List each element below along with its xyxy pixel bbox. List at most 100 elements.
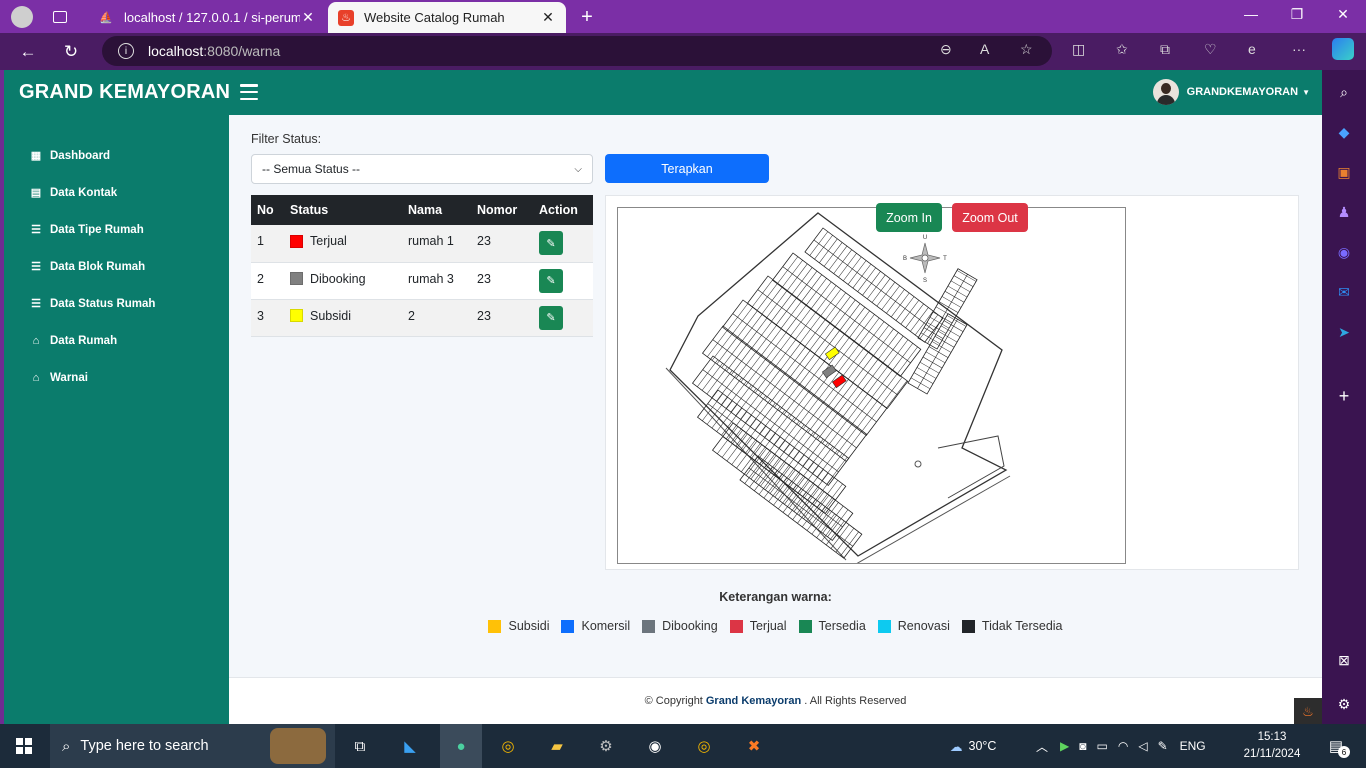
sidebar-item-label: Data Status Rumah: [50, 297, 156, 310]
lot-subsidi[interactable]: [824, 346, 840, 361]
network-icon[interactable]: ▭: [1097, 739, 1108, 753]
column-header: No: [251, 195, 284, 225]
split-screen-icon[interactable]: ◫: [1072, 41, 1085, 58]
favorite-star-icon[interactable]: ☆: [1020, 41, 1033, 58]
footer-brand[interactable]: Grand Kemayoran: [706, 695, 801, 707]
apply-button[interactable]: Terapkan: [605, 154, 769, 183]
copilot-app-icon[interactable]: ◉: [1334, 242, 1354, 262]
house-lots-group: [691, 227, 978, 559]
profile-avatar-icon[interactable]: [10, 5, 34, 29]
task-view-icon[interactable]: ⧉: [346, 732, 374, 760]
address-bar-row: ← ↻ i localhost:8080/warna ⊖ A ☆ ◫ ✩ ⧉ ♡…: [0, 33, 1366, 70]
sidebar-item-data-kontak[interactable]: ▤ Data Kontak: [4, 174, 229, 211]
refresh-icon[interactable]: ↻: [58, 39, 84, 65]
sidebar-item-data-blok-rumah[interactable]: ☰ Data Blok Rumah: [4, 248, 229, 285]
github-icon[interactable]: ◉: [641, 732, 669, 760]
add-app-icon[interactable]: +: [1334, 386, 1354, 406]
outlook-icon[interactable]: ✉: [1334, 282, 1354, 302]
back-arrow-icon[interactable]: ←: [15, 39, 41, 65]
edge-sidebar: ⌕ ◆ ▣ ♟ ◉ ✉ ➤ + ⊠ ⚙: [1322, 70, 1366, 724]
zoom-out-button[interactable]: Zoom Out: [952, 203, 1028, 232]
edge-taskbar-icon[interactable]: ●: [440, 724, 482, 768]
brand-title[interactable]: GRAND KEMAYORAN: [19, 81, 230, 104]
minimize-icon[interactable]: —: [1241, 6, 1261, 22]
url-host: localhost: [148, 43, 204, 59]
read-aloud-icon[interactable]: A: [980, 41, 989, 57]
more-menu-icon[interactable]: ···: [1292, 41, 1306, 57]
copilot-icon[interactable]: [1332, 38, 1354, 60]
shopping-tag-icon[interactable]: ◆: [1334, 122, 1354, 142]
hamburger-menu-icon[interactable]: [240, 84, 258, 101]
settings-gear-icon[interactable]: ⚙: [1334, 694, 1354, 714]
favorites-icon[interactable]: ✩: [1116, 41, 1128, 58]
user-name: GRANDKEMAYORAN: [1186, 86, 1299, 98]
card-icon: ▤: [30, 187, 42, 199]
tab-title: localhost / 127.0.0.1 / si-perumahan: [124, 10, 300, 25]
column-header: Status: [284, 195, 402, 225]
windows-start-icon[interactable]: [10, 732, 38, 760]
url-field[interactable]: i localhost:8080/warna: [102, 36, 1052, 66]
play-icon[interactable]: ▶: [1060, 739, 1069, 753]
sidebar-item-label: Dashboard: [50, 149, 111, 162]
main-road-line: [665, 367, 847, 561]
zoom-icon[interactable]: ⊖: [940, 41, 952, 58]
vscode-icon[interactable]: ◣: [396, 732, 424, 760]
flame-icon[interactable]: ♨: [1294, 698, 1322, 724]
sidebar-item-data-status-rumah[interactable]: ☰ Data Status Rumah: [4, 285, 229, 322]
table-row: 1 Terjual rumah 1 23 ✎: [251, 225, 593, 263]
camera-icon[interactable]: ◙: [1079, 739, 1086, 753]
legend-title: Keterangan warna:: [719, 590, 832, 604]
close-tab-icon[interactable]: ✕: [300, 9, 316, 26]
table-header-row: No Status Nama Nomor Action: [251, 195, 593, 225]
notification-icon[interactable]: ▤ 6: [1322, 732, 1350, 760]
sidebar-item-dashboard[interactable]: ▦ Dashboard: [4, 137, 229, 174]
zoom-in-button[interactable]: Zoom In: [876, 203, 942, 232]
telegram-icon[interactable]: ➤: [1334, 322, 1354, 342]
lot-terjual[interactable]: [831, 374, 847, 389]
user-menu[interactable]: GRANDKEMAYORAN ▼: [1152, 79, 1310, 105]
edge-icon[interactable]: e: [1248, 41, 1256, 57]
sidebar-item-data-rumah[interactable]: ⌂ Data Rumah: [4, 322, 229, 359]
legend-item-tidak-tersedia: Tidak Tersedia: [961, 619, 1063, 633]
edit-pencil-icon[interactable]: ✎: [539, 231, 563, 255]
screenshot-icon[interactable]: ⊠: [1334, 650, 1354, 670]
pen-icon[interactable]: ✎: [1158, 739, 1168, 753]
language-indicator[interactable]: ENG: [1180, 739, 1206, 753]
tab-phpmyadmin[interactable]: ⛵ localhost / 127.0.0.1 / si-perumahan ✕: [88, 2, 326, 33]
clock[interactable]: 15:13 21/11/2024: [1240, 729, 1304, 763]
weather-widget[interactable]: ☁ 30°C: [950, 724, 996, 768]
close-window-icon[interactable]: ✕: [1333, 6, 1353, 23]
tools-icon[interactable]: ▣: [1334, 162, 1354, 182]
compass-west: B: [903, 256, 907, 262]
restore-icon[interactable]: ❐: [1287, 6, 1307, 23]
status-filter-select[interactable]: -- Semua Status -- ⌵: [251, 154, 593, 184]
lot-dibooking[interactable]: [821, 364, 837, 379]
taskbar-search-input[interactable]: ⌕ Type here to search: [50, 724, 335, 768]
close-tab-icon[interactable]: ✕: [540, 9, 556, 26]
sidebar-item-label: Warnai: [50, 371, 88, 384]
site-plan-map[interactable]: U S B T: [617, 207, 1126, 564]
sidebar-item-warnai[interactable]: ⌂ Warnai: [4, 359, 229, 396]
wifi-icon[interactable]: ◠: [1118, 739, 1128, 753]
chevron-up-icon[interactable]: ︿: [1036, 738, 1048, 755]
collections-icon[interactable]: ⧉: [1160, 41, 1170, 58]
games-icon[interactable]: ♟: [1334, 202, 1354, 222]
settings-icon[interactable]: ⚙: [592, 732, 620, 760]
file-explorer-icon[interactable]: ▰: [543, 732, 571, 760]
new-tab-icon[interactable]: +: [575, 5, 599, 29]
tab-actions-icon[interactable]: [48, 5, 72, 29]
performance-icon[interactable]: ♡: [1204, 41, 1217, 58]
search-icon[interactable]: ⌕: [1334, 82, 1354, 102]
chrome-icon[interactable]: ◎: [494, 732, 522, 760]
site-info-icon[interactable]: i: [118, 43, 134, 59]
edit-pencil-icon[interactable]: ✎: [539, 268, 563, 293]
sidebar: ▦ Dashboard ▤ Data Kontak ☰ Data Tipe Ru…: [4, 115, 229, 724]
cell-no: 2: [251, 262, 284, 300]
chrome-profile-icon[interactable]: ◎: [690, 732, 718, 760]
sidebar-item-data-tipe-rumah[interactable]: ☰ Data Tipe Rumah: [4, 211, 229, 248]
legend-item-subsidi: Subsidi: [488, 619, 549, 633]
edit-pencil-icon[interactable]: ✎: [539, 305, 563, 330]
volume-icon[interactable]: ◁: [1138, 739, 1147, 753]
xampp-icon[interactable]: ✖: [740, 732, 768, 760]
tab-website-catalog[interactable]: ♨ Website Catalog Rumah ✕: [328, 2, 566, 33]
